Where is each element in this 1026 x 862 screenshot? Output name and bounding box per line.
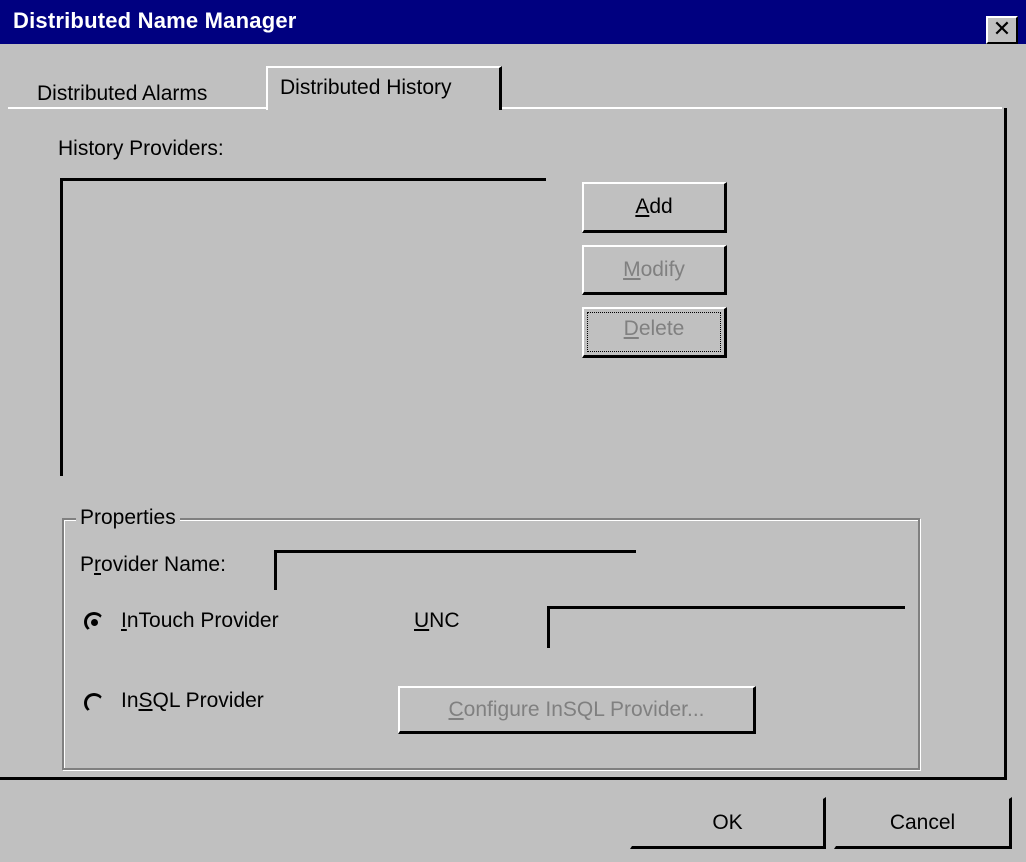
- configure-insql-provider-button[interactable]: Configure InSQL Provider...: [398, 686, 756, 734]
- insql-provider-label[interactable]: InSQL Provider: [121, 689, 264, 713]
- unc-input[interactable]: [547, 606, 905, 648]
- tab-panel-border-top-right: [502, 107, 1002, 109]
- tab-panel-border-top-left: [8, 107, 266, 109]
- add-button[interactable]: Add: [582, 182, 727, 233]
- tab-panel-border-right: [1004, 108, 1007, 780]
- modify-button-accelerator: M: [623, 258, 641, 281]
- focus-rectangle: [587, 312, 721, 352]
- delete-button[interactable]: Delete: [582, 307, 727, 358]
- modify-button[interactable]: Modify: [582, 245, 727, 295]
- intouch-provider-label[interactable]: InTouch Provider: [121, 609, 279, 633]
- window-title: Distributed Name Manager: [13, 8, 297, 33]
- history-providers-label: History Providers:: [58, 137, 224, 160]
- radio-selected-dot: [91, 619, 98, 626]
- insql-provider-radio[interactable]: [84, 693, 104, 713]
- intouch-provider-radio[interactable]: [84, 612, 104, 632]
- close-button[interactable]: ✕: [986, 16, 1018, 44]
- close-icon: ✕: [992, 16, 1012, 41]
- unc-label: UNC: [414, 609, 460, 632]
- cancel-button[interactable]: Cancel: [834, 797, 1012, 849]
- title-bar: Distributed Name Manager ✕: [0, 0, 1026, 44]
- history-providers-list[interactable]: [60, 178, 546, 476]
- tab-panel-border-bottom: [0, 777, 1007, 780]
- ok-button[interactable]: OK: [630, 797, 826, 849]
- provider-name-input[interactable]: [274, 550, 636, 590]
- add-button-accelerator: A: [635, 195, 650, 218]
- tab-distributed-alarms[interactable]: Distributed Alarms: [37, 82, 207, 106]
- tab-distributed-history[interactable]: Distributed History: [266, 66, 502, 110]
- provider-name-label: Provider Name:: [80, 553, 226, 576]
- properties-legend: Properties: [76, 506, 180, 530]
- tab-distributed-history-label: Distributed History: [280, 76, 452, 99]
